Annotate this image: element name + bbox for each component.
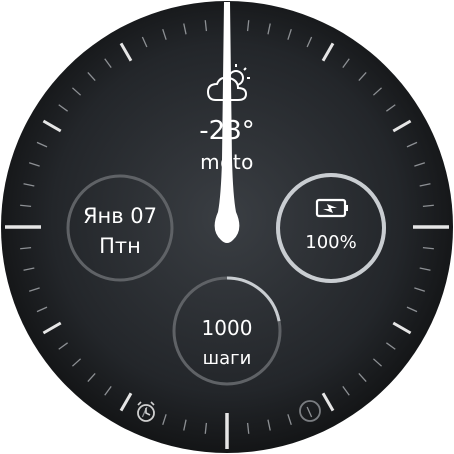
temperature: -23°	[199, 116, 255, 146]
date-month-day: Янв 07	[82, 204, 158, 228]
date-weekday: Птн	[99, 234, 141, 258]
watch-face	[1, 1, 453, 453]
steps-label: шаги	[202, 348, 252, 369]
steps-count: 1000	[201, 316, 253, 340]
battery-level: 100%	[305, 232, 357, 253]
brand-logo: moto	[200, 150, 254, 174]
